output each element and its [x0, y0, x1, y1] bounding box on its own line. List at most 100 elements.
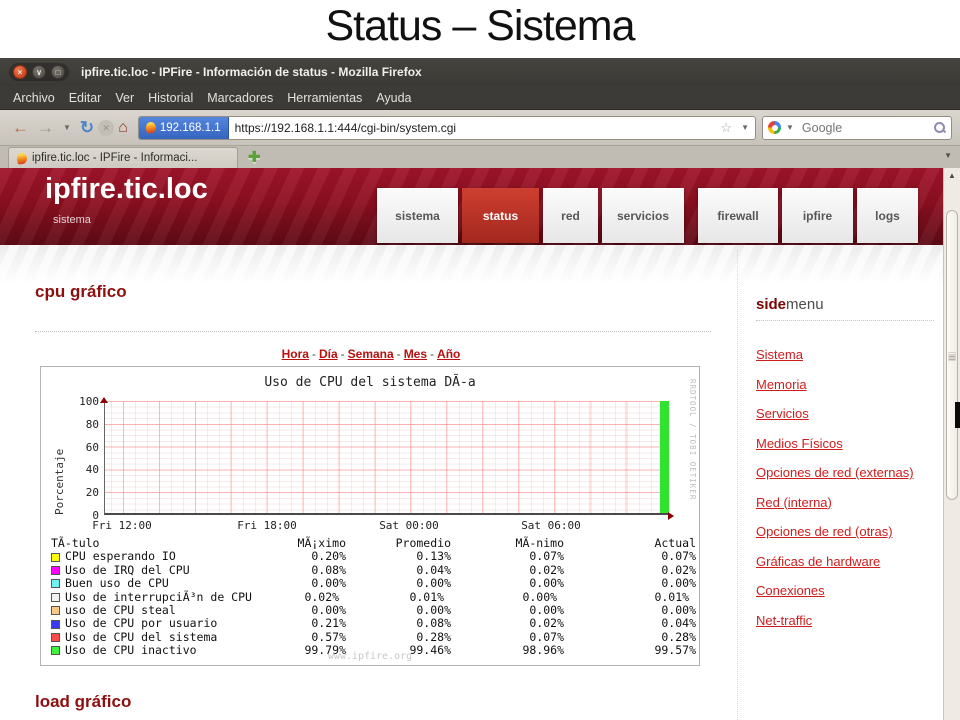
url-input[interactable]: https://192.168.1.1:444/cgi-bin/system.c…	[229, 121, 721, 135]
sidebar-item-servicios[interactable]: Servicios	[756, 406, 809, 421]
browser-tab[interactable]: ipfire.tic.loc - IPFire - Informaci...	[8, 147, 238, 168]
legend-swatch-user	[51, 620, 60, 629]
legend-current: 0.07%	[564, 550, 696, 563]
legend-current: 0.28%	[564, 631, 696, 644]
tab-status[interactable]: status	[462, 188, 539, 243]
search-input[interactable]	[802, 121, 934, 135]
home-button[interactable]: ⌂	[118, 120, 128, 136]
legend-max: 0.57%	[276, 631, 346, 644]
legend-avg: 0.04%	[346, 564, 451, 577]
tab-logs[interactable]: logs	[857, 188, 918, 243]
cpu-inactive-bar	[660, 401, 669, 513]
legend-current: 0.00%	[564, 577, 696, 590]
bookmark-star-icon[interactable]: ☆	[720, 120, 732, 136]
period-separator: -	[394, 347, 404, 361]
period-anio[interactable]: Año	[437, 347, 460, 361]
legend-row: Uso de CPU por usuario 0.21% 0.08% 0.02%…	[51, 617, 696, 630]
url-dropdown-icon[interactable]: ▼	[741, 123, 749, 132]
menu-herramientas[interactable]: Herramientas	[280, 91, 369, 105]
x-label-fri18: Fri 18:00	[232, 519, 302, 532]
sidebar-item-memoria[interactable]: Memoria	[756, 377, 807, 392]
scroll-up-arrow-icon[interactable]: ▲	[944, 171, 960, 180]
sidemenu-title-rest: menu	[786, 296, 824, 313]
scrollbar-thumb[interactable]	[946, 210, 958, 500]
sidemenu: sidemenu Sistema Memoria Servicios Medio…	[756, 296, 934, 641]
url-bar[interactable]: 192.168.1.1 https://192.168.1.1:444/cgi-…	[138, 116, 756, 140]
site-identity-chip[interactable]: 192.168.1.1	[139, 117, 229, 139]
maximize-window-button[interactable]: □	[51, 65, 65, 79]
header-stripe-band	[0, 245, 943, 287]
tab-list-dropdown-icon[interactable]: ▼	[944, 151, 952, 160]
x-label-sat06: Sat 06:00	[516, 519, 586, 532]
y-tick-100: 100	[67, 395, 99, 408]
close-window-button[interactable]: ×	[13, 65, 27, 79]
minimize-window-button[interactable]: ∨	[32, 65, 46, 79]
legend-swatch-steal	[51, 606, 60, 615]
browser-window: × ∨ □ ipfire.tic.loc - IPFire - Informac…	[0, 58, 960, 720]
navigation-toolbar: ← → ▼ ↻ ✕ ⌂ 192.168.1.1 https://192.168.…	[0, 110, 960, 146]
legend-label: CPU esperando IO	[65, 550, 176, 563]
legend-min: 0.07%	[451, 631, 564, 644]
legend-current: 0.00%	[564, 604, 696, 617]
ipfire-watermark: www.ipfire.org	[41, 651, 699, 662]
period-hora[interactable]: Hora	[282, 347, 309, 361]
legend-swatch-system	[51, 633, 60, 642]
sidebar-item-net-traffic[interactable]: Net-traffic	[756, 613, 812, 628]
tab-servicios[interactable]: servicios	[602, 188, 684, 243]
legend-col-promedio: Promedio	[346, 537, 451, 550]
forward-button[interactable]: →	[37, 119, 54, 136]
tab-ipfire[interactable]: ipfire	[782, 188, 853, 243]
rrdtool-credit: RRDTOOL / TOBI OETIKER	[688, 379, 697, 500]
ipfire-favicon-icon	[145, 121, 156, 133]
new-tab-button[interactable]: ✚	[248, 148, 261, 166]
menu-marcadores[interactable]: Marcadores	[200, 91, 280, 105]
search-bar[interactable]: ▼	[762, 116, 952, 140]
legend-col-actual: Actual	[564, 537, 696, 550]
legend-current: 0.02%	[564, 564, 696, 577]
period-separator: -	[427, 347, 437, 361]
period-dia[interactable]: Día	[319, 347, 338, 361]
legend-current: 0.01%	[564, 591, 696, 604]
legend-max: 0.21%	[276, 617, 346, 630]
sidebar-item-conexiones[interactable]: Conexiones	[756, 583, 825, 598]
load-graph-heading: load gráfico	[35, 692, 131, 712]
sidebar-divider	[737, 250, 738, 720]
menu-ver[interactable]: Ver	[108, 91, 141, 105]
page-viewport: ipfire.tic.loc sistema sistema status re…	[0, 168, 960, 720]
sidebar-item-opciones-red-otras[interactable]: Opciones de red (otras)	[756, 524, 893, 539]
menu-editar[interactable]: Editar	[62, 91, 109, 105]
sidebar-item-sistema[interactable]: Sistema	[756, 347, 803, 362]
x-label-fri12: Fri 12:00	[87, 519, 157, 532]
stop-button[interactable]: ✕	[98, 120, 114, 136]
period-mes[interactable]: Mes	[404, 347, 427, 361]
legend-max: 0.00%	[276, 577, 346, 590]
sidebar-item-red-interna[interactable]: Red (interna)	[756, 495, 832, 510]
graph-legend: TÃ-tulo MÃ¡ximo Promedio MÃ-nimo Actual …	[51, 537, 696, 658]
menu-ayuda[interactable]: Ayuda	[369, 91, 418, 105]
hostname: ipfire.tic.loc	[45, 173, 208, 206]
sidebar-item-medios-fisicos[interactable]: Medios Físicos	[756, 436, 843, 451]
legend-avg: 0.08%	[346, 617, 451, 630]
tab-sistema[interactable]: sistema	[377, 188, 458, 243]
tab-red[interactable]: red	[543, 188, 598, 243]
legend-min: 0.00%	[451, 604, 564, 617]
search-engine-dropdown-icon[interactable]: ▼	[786, 123, 794, 132]
legend-avg: 0.28%	[346, 631, 451, 644]
sidebar-item-opciones-red-externas[interactable]: Opciones de red (externas)	[756, 465, 914, 480]
sidebar-item-graficas-hardware[interactable]: Gráficas de hardware	[756, 554, 880, 569]
legend-label: Uso de interrupciÃ³n de CPU	[65, 591, 252, 604]
scrollbar-grip-icon	[949, 353, 955, 354]
history-dropdown-icon[interactable]: ▼	[63, 123, 71, 132]
page-scrollbar[interactable]: ▲	[943, 168, 960, 720]
slide: Status – Sistema × ∨ □ ipfire.tic.loc - …	[0, 0, 960, 720]
menu-archivo[interactable]: Archivo	[6, 91, 62, 105]
period-semana[interactable]: Semana	[348, 347, 394, 361]
search-icon[interactable]	[934, 122, 946, 134]
y-tick-40: 40	[67, 463, 99, 476]
tab-firewall[interactable]: firewall	[698, 188, 778, 243]
annotation-mark	[955, 402, 960, 428]
menu-historial[interactable]: Historial	[141, 91, 200, 105]
reload-button[interactable]: ↻	[80, 119, 94, 136]
window-buttons: × ∨ □	[9, 63, 69, 81]
back-button[interactable]: ←	[12, 119, 29, 136]
